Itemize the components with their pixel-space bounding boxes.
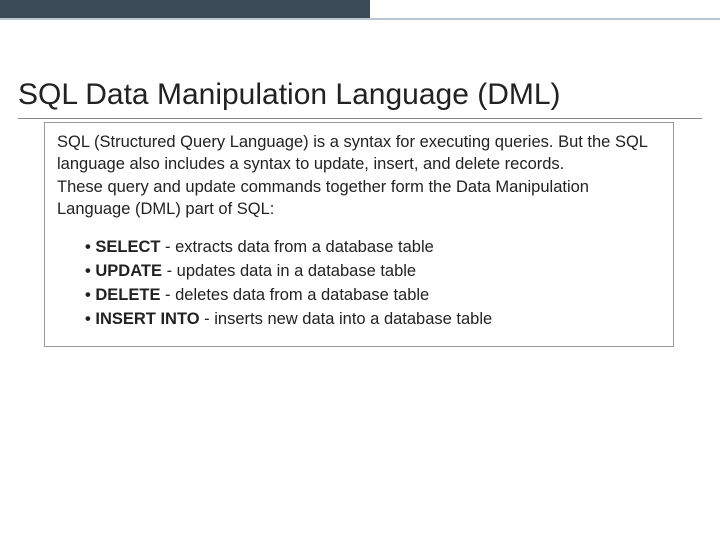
desc-paragraph-2: These query and update commands together… <box>57 178 589 218</box>
item-rest: - extracts data from a database table <box>160 238 433 256</box>
keyword: UPDATE <box>95 262 162 280</box>
keyword: DELETE <box>95 286 160 304</box>
keyword: SELECT <box>95 238 160 256</box>
item-rest: - deletes data from a database table <box>160 286 429 304</box>
desc-paragraph-1: SQL (Structured Query Language) is a syn… <box>57 133 647 173</box>
header-bar-dark <box>0 0 370 18</box>
slide-title: SQL Data Manipulation Language (DML) <box>18 78 561 112</box>
list-item: SELECT - extracts data from a database t… <box>85 236 661 260</box>
header-bar-light <box>0 18 720 20</box>
title-underline <box>18 118 702 119</box>
keyword: INSERT INTO <box>95 310 199 328</box>
item-rest: - updates data in a database table <box>162 262 416 280</box>
content-box: SQL (Structured Query Language) is a syn… <box>44 122 674 347</box>
header-decoration <box>0 0 720 24</box>
command-list: SELECT - extracts data from a database t… <box>57 236 661 332</box>
description: SQL (Structured Query Language) is a syn… <box>57 131 661 220</box>
list-item: INSERT INTO - inserts new data into a da… <box>85 308 661 332</box>
list-item: UPDATE - updates data in a database tabl… <box>85 260 661 284</box>
list-item: DELETE - deletes data from a database ta… <box>85 284 661 308</box>
item-rest: - inserts new data into a database table <box>200 310 493 328</box>
